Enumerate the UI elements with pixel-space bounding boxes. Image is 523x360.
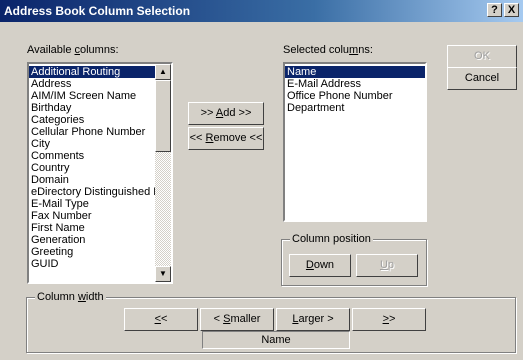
move-up-button[interactable]: Up	[356, 254, 418, 277]
add-column-button[interactable]: >> Add >>	[188, 102, 264, 125]
selected-columns-label: Selected columns:	[283, 44, 373, 56]
available-column-item[interactable]: Fax Number	[29, 210, 155, 222]
available-column-item[interactable]: eDirectory Distinguished Na	[29, 186, 155, 198]
column-position-title: Column position	[290, 233, 373, 245]
selected-column-item[interactable]: Office Phone Number	[285, 90, 425, 102]
width-smaller-button[interactable]: < Smaller	[200, 308, 274, 331]
window-title: Address Book Column Selection	[4, 4, 191, 18]
available-column-item[interactable]: City	[29, 138, 155, 150]
selected-column-item[interactable]: E-Mail Address	[285, 78, 425, 90]
close-button[interactable]: X	[504, 3, 519, 17]
available-column-item[interactable]: Birthday	[29, 102, 155, 114]
available-column-item[interactable]: Categories	[29, 114, 155, 126]
title-bar: Address Book Column Selection ? X	[0, 0, 523, 22]
available-column-item[interactable]: Country	[29, 162, 155, 174]
width-maximum-button[interactable]: >>	[352, 308, 426, 331]
column-width-group: Column width << < Smaller Larger > >> Na…	[26, 291, 516, 353]
cancel-button[interactable]: Cancel	[447, 67, 517, 90]
available-column-item[interactable]: Address	[29, 78, 155, 90]
width-minimum-button[interactable]: <<	[124, 308, 198, 331]
scroll-down-arrow-icon[interactable]: ▼	[155, 266, 171, 282]
available-list-scrollbar[interactable]: ▲ ▼	[155, 64, 171, 282]
scroll-thumb[interactable]	[155, 80, 171, 152]
selected-column-item[interactable]: Department	[285, 102, 425, 114]
column-width-title: Column width	[35, 291, 106, 303]
available-column-item[interactable]: Generation	[29, 234, 155, 246]
available-column-item[interactable]: Cellular Phone Number	[29, 126, 155, 138]
help-button[interactable]: ?	[487, 3, 502, 17]
available-column-item[interactable]: AIM/IM Screen Name	[29, 90, 155, 102]
available-columns-label: Available columns:	[27, 44, 119, 56]
available-column-item[interactable]: Comments	[29, 150, 155, 162]
selected-column-item[interactable]: Name	[285, 66, 425, 78]
scroll-up-arrow-icon[interactable]: ▲	[155, 64, 171, 80]
width-larger-button[interactable]: Larger >	[276, 308, 350, 331]
move-down-button[interactable]: Down	[289, 254, 351, 277]
column-position-group: Column position Down Up	[281, 233, 427, 286]
available-column-item[interactable]: Additional Routing	[29, 66, 155, 78]
available-column-item[interactable]: E-Mail Type	[29, 198, 155, 210]
ok-button[interactable]: OK	[447, 45, 517, 68]
available-column-item[interactable]: Domain	[29, 174, 155, 186]
available-column-item[interactable]: First Name	[29, 222, 155, 234]
current-column-field: Name	[202, 331, 350, 349]
available-column-item[interactable]: GUID	[29, 258, 155, 270]
available-columns-list[interactable]: Additional Routing Address AIM/IM Screen N…	[27, 62, 173, 284]
remove-column-button[interactable]: << Remove <<	[188, 127, 264, 150]
selected-columns-list[interactable]: Name E-Mail Address Office Phone Number Dep…	[283, 62, 427, 222]
available-column-item[interactable]: Greeting	[29, 246, 155, 258]
